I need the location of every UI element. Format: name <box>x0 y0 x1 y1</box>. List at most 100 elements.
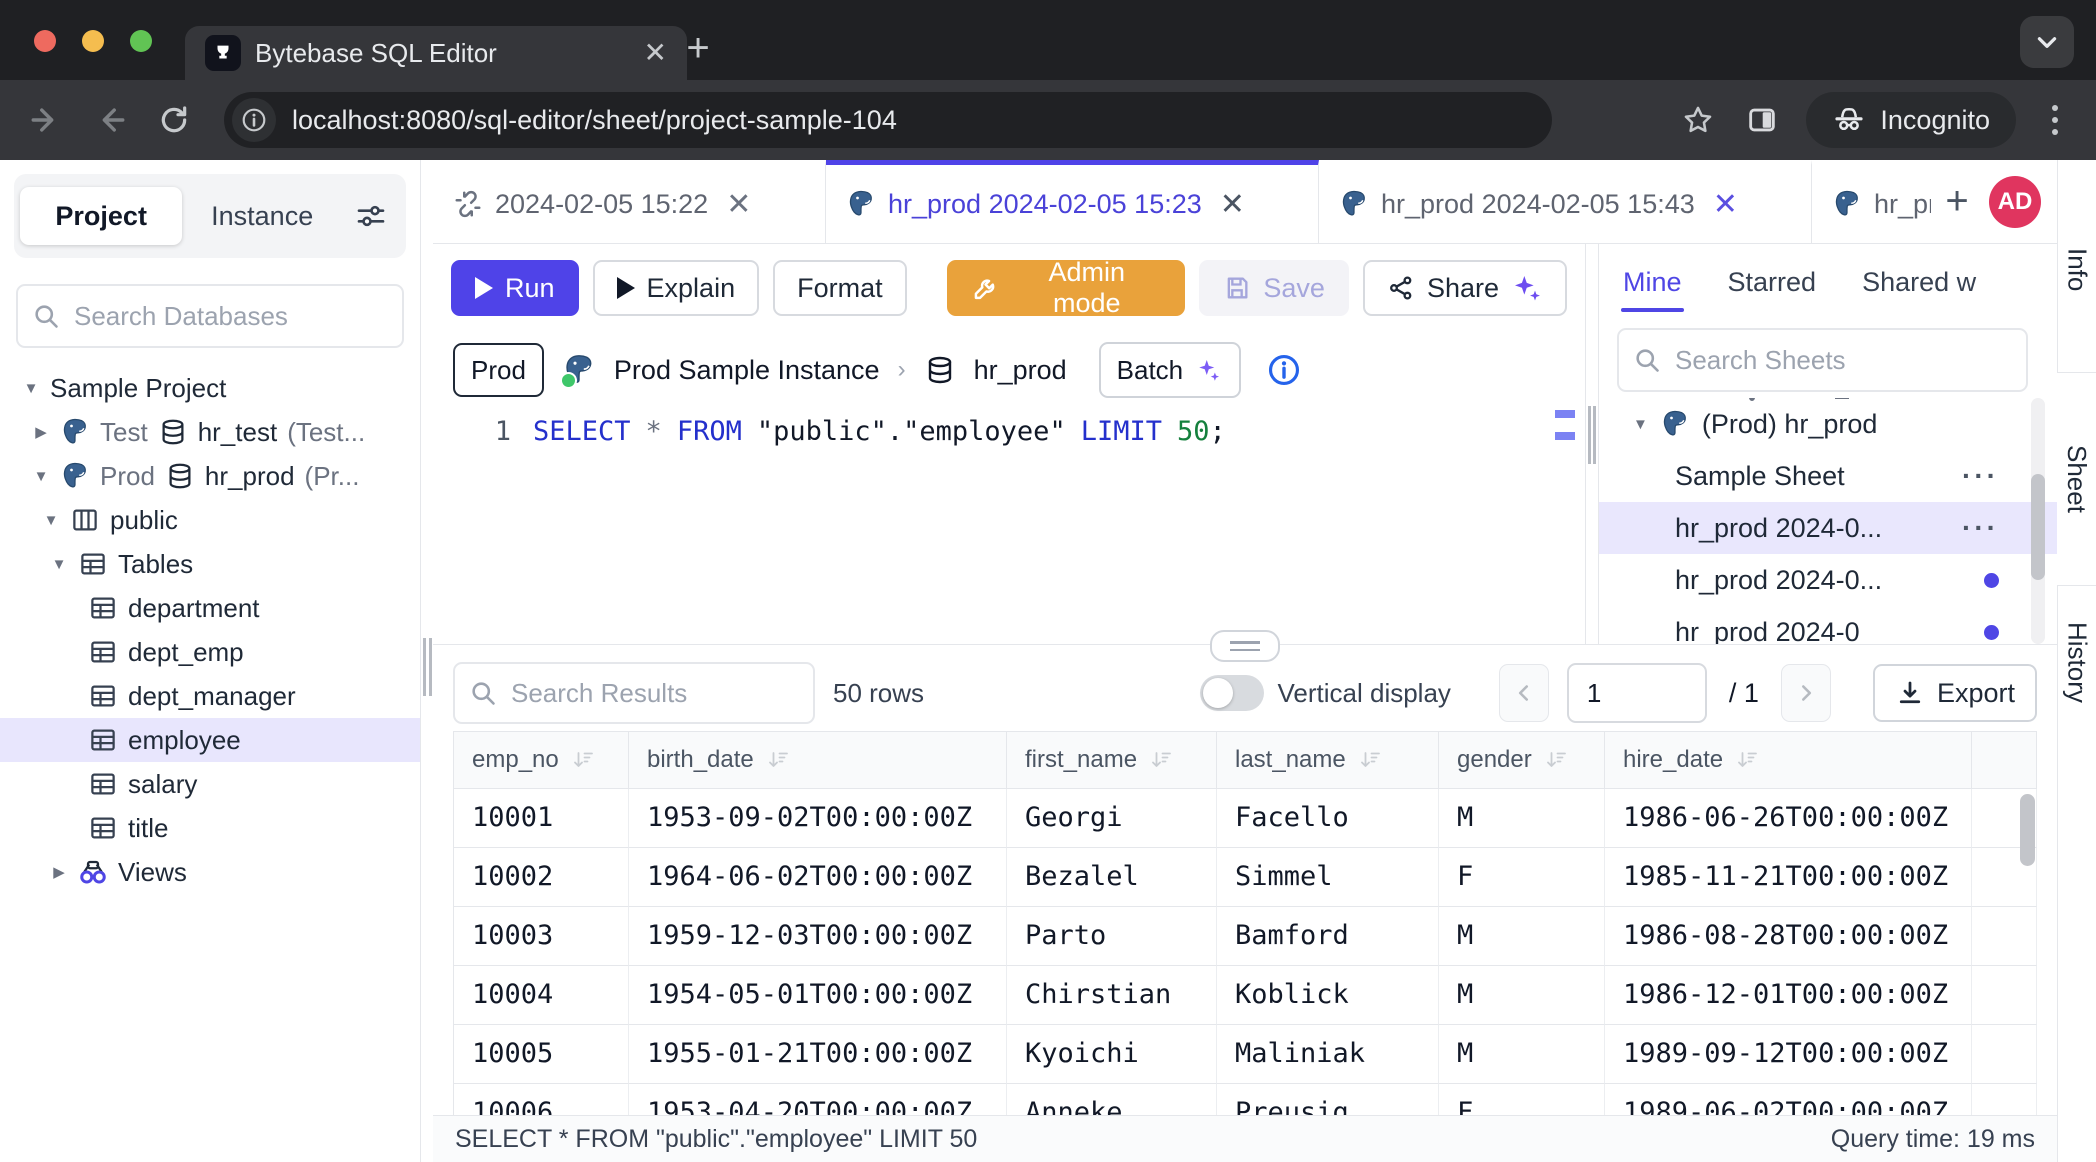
cell[interactable]: 1986-08-28T00:00:00Z <box>1605 907 1972 966</box>
tree-db-hr-prod[interactable]: ▼ Prod hr_prod (Pr... <box>0 454 420 498</box>
search-results-box[interactable] <box>453 662 815 724</box>
panel-resize-handle[interactable] <box>1585 244 1599 644</box>
close-tab-icon[interactable]: ✕ <box>726 187 751 222</box>
run-button[interactable]: Run <box>451 260 579 316</box>
cell[interactable]: M <box>1439 966 1605 1025</box>
cell[interactable]: Chirstian <box>1007 966 1217 1025</box>
zoom-window-button[interactable] <box>130 30 152 52</box>
tab-instance[interactable]: Instance <box>188 201 336 232</box>
new-browser-tab-button[interactable]: + <box>676 28 720 72</box>
cell[interactable]: 10002 <box>454 848 629 907</box>
page-number-input[interactable] <box>1567 663 1707 723</box>
bookmark-button[interactable] <box>1678 100 1718 140</box>
search-sheets-input[interactable] <box>1673 344 2012 377</box>
batch-mode-button[interactable]: Batch <box>1099 342 1242 398</box>
tree-table-salary[interactable]: salary <box>0 762 420 806</box>
side-panel-button[interactable] <box>1742 100 1782 140</box>
minimize-window-button[interactable] <box>82 30 104 52</box>
info-icon[interactable] <box>1267 353 1301 387</box>
cell[interactable]: Simmel <box>1217 848 1439 907</box>
cell[interactable]: 10001 <box>454 789 629 848</box>
tab-info[interactable]: Info <box>2062 248 2093 291</box>
prev-page-button[interactable] <box>1499 664 1549 722</box>
next-page-button[interactable] <box>1781 664 1831 722</box>
search-sheets-box[interactable] <box>1617 328 2028 392</box>
search-results-input[interactable] <box>509 677 799 710</box>
tab-project[interactable]: Project <box>20 187 182 245</box>
tree-table-dept-manager[interactable]: dept_manager <box>0 674 420 718</box>
tree-schema-public[interactable]: ▼ public <box>0 498 420 542</box>
worksheet-tab-3[interactable]: hr_prod 2024-02-05 15:43 ✕ <box>1319 160 1812 243</box>
cell[interactable]: M <box>1439 907 1605 966</box>
browser-tab[interactable]: Bytebase SQL Editor ✕ <box>185 26 687 80</box>
sheet-item-unsaved-clipped[interactable]: hr_prod 2024-0 <box>1599 606 2057 644</box>
sheet-item-sample[interactable]: Sample Sheet ··· <box>1599 450 2057 502</box>
browser-menu-button[interactable] <box>2040 105 2070 135</box>
column-header-gender[interactable]: gender <box>1439 732 1605 789</box>
cell[interactable]: Maliniak <box>1217 1025 1439 1084</box>
cell[interactable]: 1955-01-21T00:00:00Z <box>629 1025 1007 1084</box>
browser-tab-close-icon[interactable]: ✕ <box>644 39 667 67</box>
admin-mode-button[interactable]: Admin mode <box>947 260 1186 316</box>
instance-name[interactable]: Prod Sample Instance <box>614 355 880 386</box>
drag-handle[interactable] <box>1210 630 1280 662</box>
close-tab-icon[interactable]: ✕ <box>1713 187 1738 222</box>
search-databases-box[interactable] <box>16 284 404 348</box>
cell[interactable]: 1986-06-26T00:00:00Z <box>1605 789 1972 848</box>
tree-table-dept-emp[interactable]: dept_emp <box>0 630 420 674</box>
column-header-first-name[interactable]: first_name <box>1007 732 1217 789</box>
export-button[interactable]: Export <box>1873 664 2037 722</box>
cell[interactable]: Anneke <box>1007 1084 1217 1115</box>
tree-db-hr-test[interactable]: ▶ Test hr_test (Test... <box>0 410 420 454</box>
worksheet-tab-2-active[interactable]: hr_prod 2024-02-05 15:23 ✕ <box>826 160 1319 243</box>
tree-project-row[interactable]: ▼ Sample Project <box>0 366 420 410</box>
cell[interactable]: 1964-06-02T00:00:00Z <box>629 848 1007 907</box>
reload-button[interactable] <box>154 100 194 140</box>
cell[interactable]: 1989-06-02T00:00:00Z <box>1605 1084 1972 1115</box>
column-header-birth-date[interactable]: birth_date <box>629 732 1007 789</box>
sheet-more-button[interactable]: ··· <box>1962 460 1999 492</box>
database-name[interactable]: hr_prod <box>974 355 1067 386</box>
back-button[interactable] <box>26 100 66 140</box>
cell[interactable]: Kyoichi <box>1007 1025 1217 1084</box>
results-resize-divider[interactable] <box>433 644 2057 655</box>
sheet-item-unsaved[interactable]: hr_prod 2024-0... <box>1599 554 2057 606</box>
cell[interactable]: Koblick <box>1217 966 1439 1025</box>
cell[interactable]: F <box>1439 1084 1605 1115</box>
cell[interactable]: Georgi <box>1007 789 1217 848</box>
tab-starred[interactable]: Starred <box>1728 267 1817 298</box>
url-bar[interactable]: localhost:8080/sql-editor/sheet/project-… <box>224 92 1552 148</box>
cell[interactable]: 1953-09-02T00:00:00Z <box>629 789 1007 848</box>
cell[interactable]: 10004 <box>454 966 629 1025</box>
column-header-last-name[interactable]: last_name <box>1217 732 1439 789</box>
cell[interactable]: 10006 <box>454 1084 629 1115</box>
sheet-more-button[interactable]: ··· <box>1962 512 1999 544</box>
cell[interactable]: 10003 <box>454 907 629 966</box>
cell[interactable]: 1954-05-01T00:00:00Z <box>629 966 1007 1025</box>
close-window-button[interactable] <box>34 30 56 52</box>
cell[interactable]: F <box>1439 848 1605 907</box>
cell[interactable]: 10005 <box>454 1025 629 1084</box>
tab-shared[interactable]: Shared w <box>1862 267 1976 298</box>
share-button[interactable]: Share <box>1363 260 1567 316</box>
sheet-item-selected[interactable]: hr_prod 2024-0... ··· <box>1599 502 2057 554</box>
tab-history[interactable]: History <box>2062 622 2093 703</box>
tree-table-department[interactable]: department <box>0 586 420 630</box>
user-avatar[interactable]: AD <box>1989 176 2041 228</box>
format-button[interactable]: Format <box>773 260 907 316</box>
cell[interactable]: Bezalel <box>1007 848 1217 907</box>
cell[interactable]: 1986-12-01T00:00:00Z <box>1605 966 1972 1025</box>
save-button[interactable]: Save <box>1199 260 1349 316</box>
sheet-group-row[interactable]: ▼ (Prod) hr_prod <box>1599 398 2057 450</box>
search-databases-input[interactable] <box>72 300 388 333</box>
tab-sheet-active[interactable]: Sheet <box>2057 372 2096 586</box>
cell[interactable]: Bamford <box>1217 907 1439 966</box>
tree-tables-group[interactable]: ▼ Tables <box>0 542 420 586</box>
cell[interactable]: M <box>1439 1025 1605 1084</box>
cell[interactable]: M <box>1439 789 1605 848</box>
tab-mine[interactable]: Mine <box>1623 267 1682 298</box>
cell[interactable]: 1989-09-12T00:00:00Z <box>1605 1025 1972 1084</box>
tree-table-employee-selected[interactable]: employee <box>0 718 420 762</box>
cell[interactable]: Facello <box>1217 789 1439 848</box>
tree-table-title[interactable]: title <box>0 806 420 850</box>
